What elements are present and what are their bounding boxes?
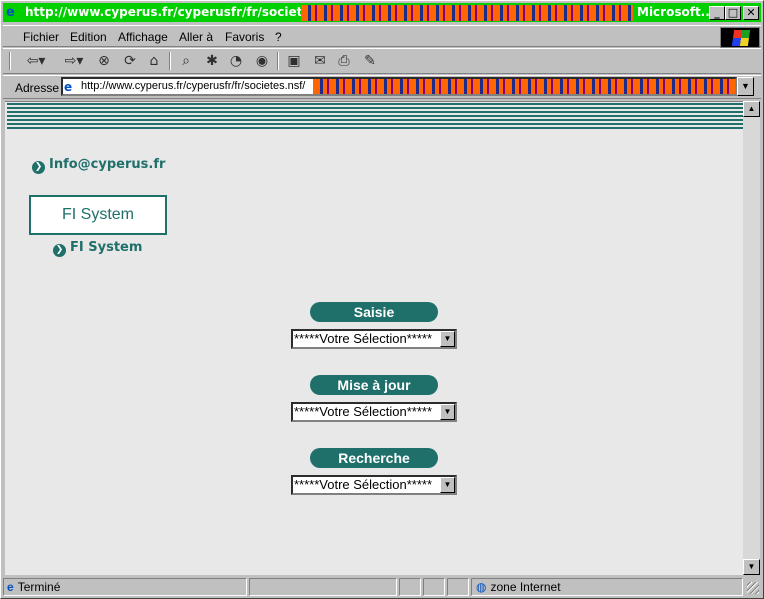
- minimize-button[interactable]: _: [709, 6, 725, 20]
- status-text-pane: e Terminé: [3, 578, 247, 596]
- status-page-icon: e: [7, 580, 14, 594]
- edit-icon[interactable]: ✎: [359, 52, 381, 70]
- print-icon[interactable]: ⎙: [333, 52, 355, 70]
- recherche-select-value: *****Votre Sélection*****: [294, 477, 433, 492]
- status-pane-empty-2: [423, 578, 445, 596]
- menu-edition[interactable]: Edition: [70, 30, 107, 44]
- toolbar-separator: [277, 52, 279, 70]
- title-bar[interactable]: e http://www.cyperus.fr/cyperusfr/fr/soc…: [3, 3, 761, 22]
- address-label: Adresse: [15, 81, 60, 95]
- status-pane-empty-3: [447, 578, 469, 596]
- status-zone: zone Internet: [490, 580, 561, 594]
- home-icon[interactable]: ⌂: [143, 52, 165, 70]
- scroll-down-button[interactable]: ▼: [743, 559, 760, 575]
- search-icon[interactable]: ⌕: [175, 52, 197, 70]
- saisie-label: Saisie: [310, 302, 438, 322]
- chevron-down-icon[interactable]: ▼: [440, 477, 455, 493]
- address-banner-pattern: [313, 79, 735, 94]
- menu-help[interactable]: ?: [275, 30, 282, 44]
- recherche-select[interactable]: *****Votre Sélection***** ▼: [291, 475, 457, 495]
- vertical-scrollbar[interactable]: ▲ ▼: [743, 101, 760, 575]
- scroll-up-button[interactable]: ▲: [743, 101, 760, 117]
- mise-a-jour-label: Mise à jour: [310, 375, 438, 395]
- forward-icon[interactable]: ⇨▾: [59, 52, 89, 70]
- chevron-down-icon[interactable]: ▼: [440, 331, 455, 347]
- chevron-down-icon[interactable]: ▼: [440, 404, 455, 420]
- close-button[interactable]: ✕: [743, 6, 759, 20]
- saisie-select-value: *****Votre Sélection*****: [294, 331, 433, 346]
- menu-favoris[interactable]: Favoris: [225, 30, 264, 44]
- stop-icon[interactable]: ⊗: [93, 52, 115, 70]
- status-pane-progress: [249, 578, 397, 596]
- email-link-text: Info@cyperus.fr: [49, 157, 166, 172]
- toolbar: ⇦▾ ⇨▾ ⊗ ⟳ ⌂ ⌕ ✱ ◔ ◉ ▣ ✉ ⎙ ✎: [3, 48, 761, 74]
- status-bar: e Terminé ◍ zone Internet: [3, 577, 761, 597]
- globe-icon: ◍: [476, 580, 487, 594]
- favorites-icon[interactable]: ✱: [201, 52, 223, 70]
- address-bar: Adresse e http://www.cyperus.fr/cyperusf…: [3, 75, 761, 99]
- history-icon[interactable]: ◔: [225, 52, 247, 70]
- arrow-bullet-icon: ❯: [53, 244, 66, 257]
- mise-a-jour-select[interactable]: *****Votre Sélection***** ▼: [291, 402, 457, 422]
- company-link[interactable]: ❯ FI System: [53, 240, 142, 257]
- email-link[interactable]: ❯ Info@cyperus.fr: [32, 157, 165, 174]
- status-text: Terminé: [17, 580, 61, 594]
- menu-fichier[interactable]: Fichier: [23, 30, 59, 44]
- toolbar-separator: [9, 52, 11, 70]
- address-url: http://www.cyperus.fr/cyperusfr/fr/socie…: [81, 80, 306, 92]
- page-content: ❯ Info@cyperus.fr FI System ❯ FI System Sa…: [5, 101, 743, 575]
- company-logo-box[interactable]: FI System: [29, 195, 167, 235]
- recherche-label: Recherche: [310, 448, 438, 468]
- address-dropdown-button[interactable]: ▼: [737, 77, 754, 96]
- menu-bar: Fichier Edition Affichage Aller à Favori…: [3, 25, 761, 48]
- saisie-select[interactable]: *****Votre Sélection***** ▼: [291, 329, 457, 349]
- address-input[interactable]: e http://www.cyperus.fr/cyperusfr/fr/soc…: [61, 77, 737, 96]
- mail-icon[interactable]: ✉: [309, 52, 331, 70]
- arrow-bullet-icon: ❯: [32, 161, 45, 174]
- refresh-icon[interactable]: ⟳: [119, 52, 141, 70]
- page-icon: e: [64, 80, 73, 94]
- browser-window: e http://www.cyperus.fr/cyperusfr/fr/soc…: [0, 0, 764, 599]
- title-banner-pattern: [301, 5, 633, 21]
- toolbar-separator: [169, 52, 171, 70]
- fullscreen-icon[interactable]: ▣: [283, 52, 305, 70]
- window-app-name: Microsoft...: [637, 5, 715, 19]
- back-icon[interactable]: ⇦▾: [21, 52, 51, 70]
- channels-icon[interactable]: ◉: [251, 52, 273, 70]
- menu-aller-a[interactable]: Aller à: [179, 30, 213, 44]
- status-pane-empty-1: [399, 578, 421, 596]
- header-stripes: [7, 103, 743, 129]
- windows-logo-icon: [720, 27, 760, 48]
- company-link-text: FI System: [70, 240, 143, 255]
- resize-grip-icon[interactable]: [747, 582, 759, 594]
- menu-affichage[interactable]: Affichage: [118, 30, 168, 44]
- mise-a-jour-select-value: *****Votre Sélection*****: [294, 404, 433, 419]
- ie-icon: e: [6, 5, 15, 20]
- status-zone-pane: ◍ zone Internet: [471, 578, 743, 596]
- window-title-url: http://www.cyperus.fr/cyperusfr/fr/socie…: [25, 5, 348, 19]
- maximize-button[interactable]: □: [725, 6, 741, 20]
